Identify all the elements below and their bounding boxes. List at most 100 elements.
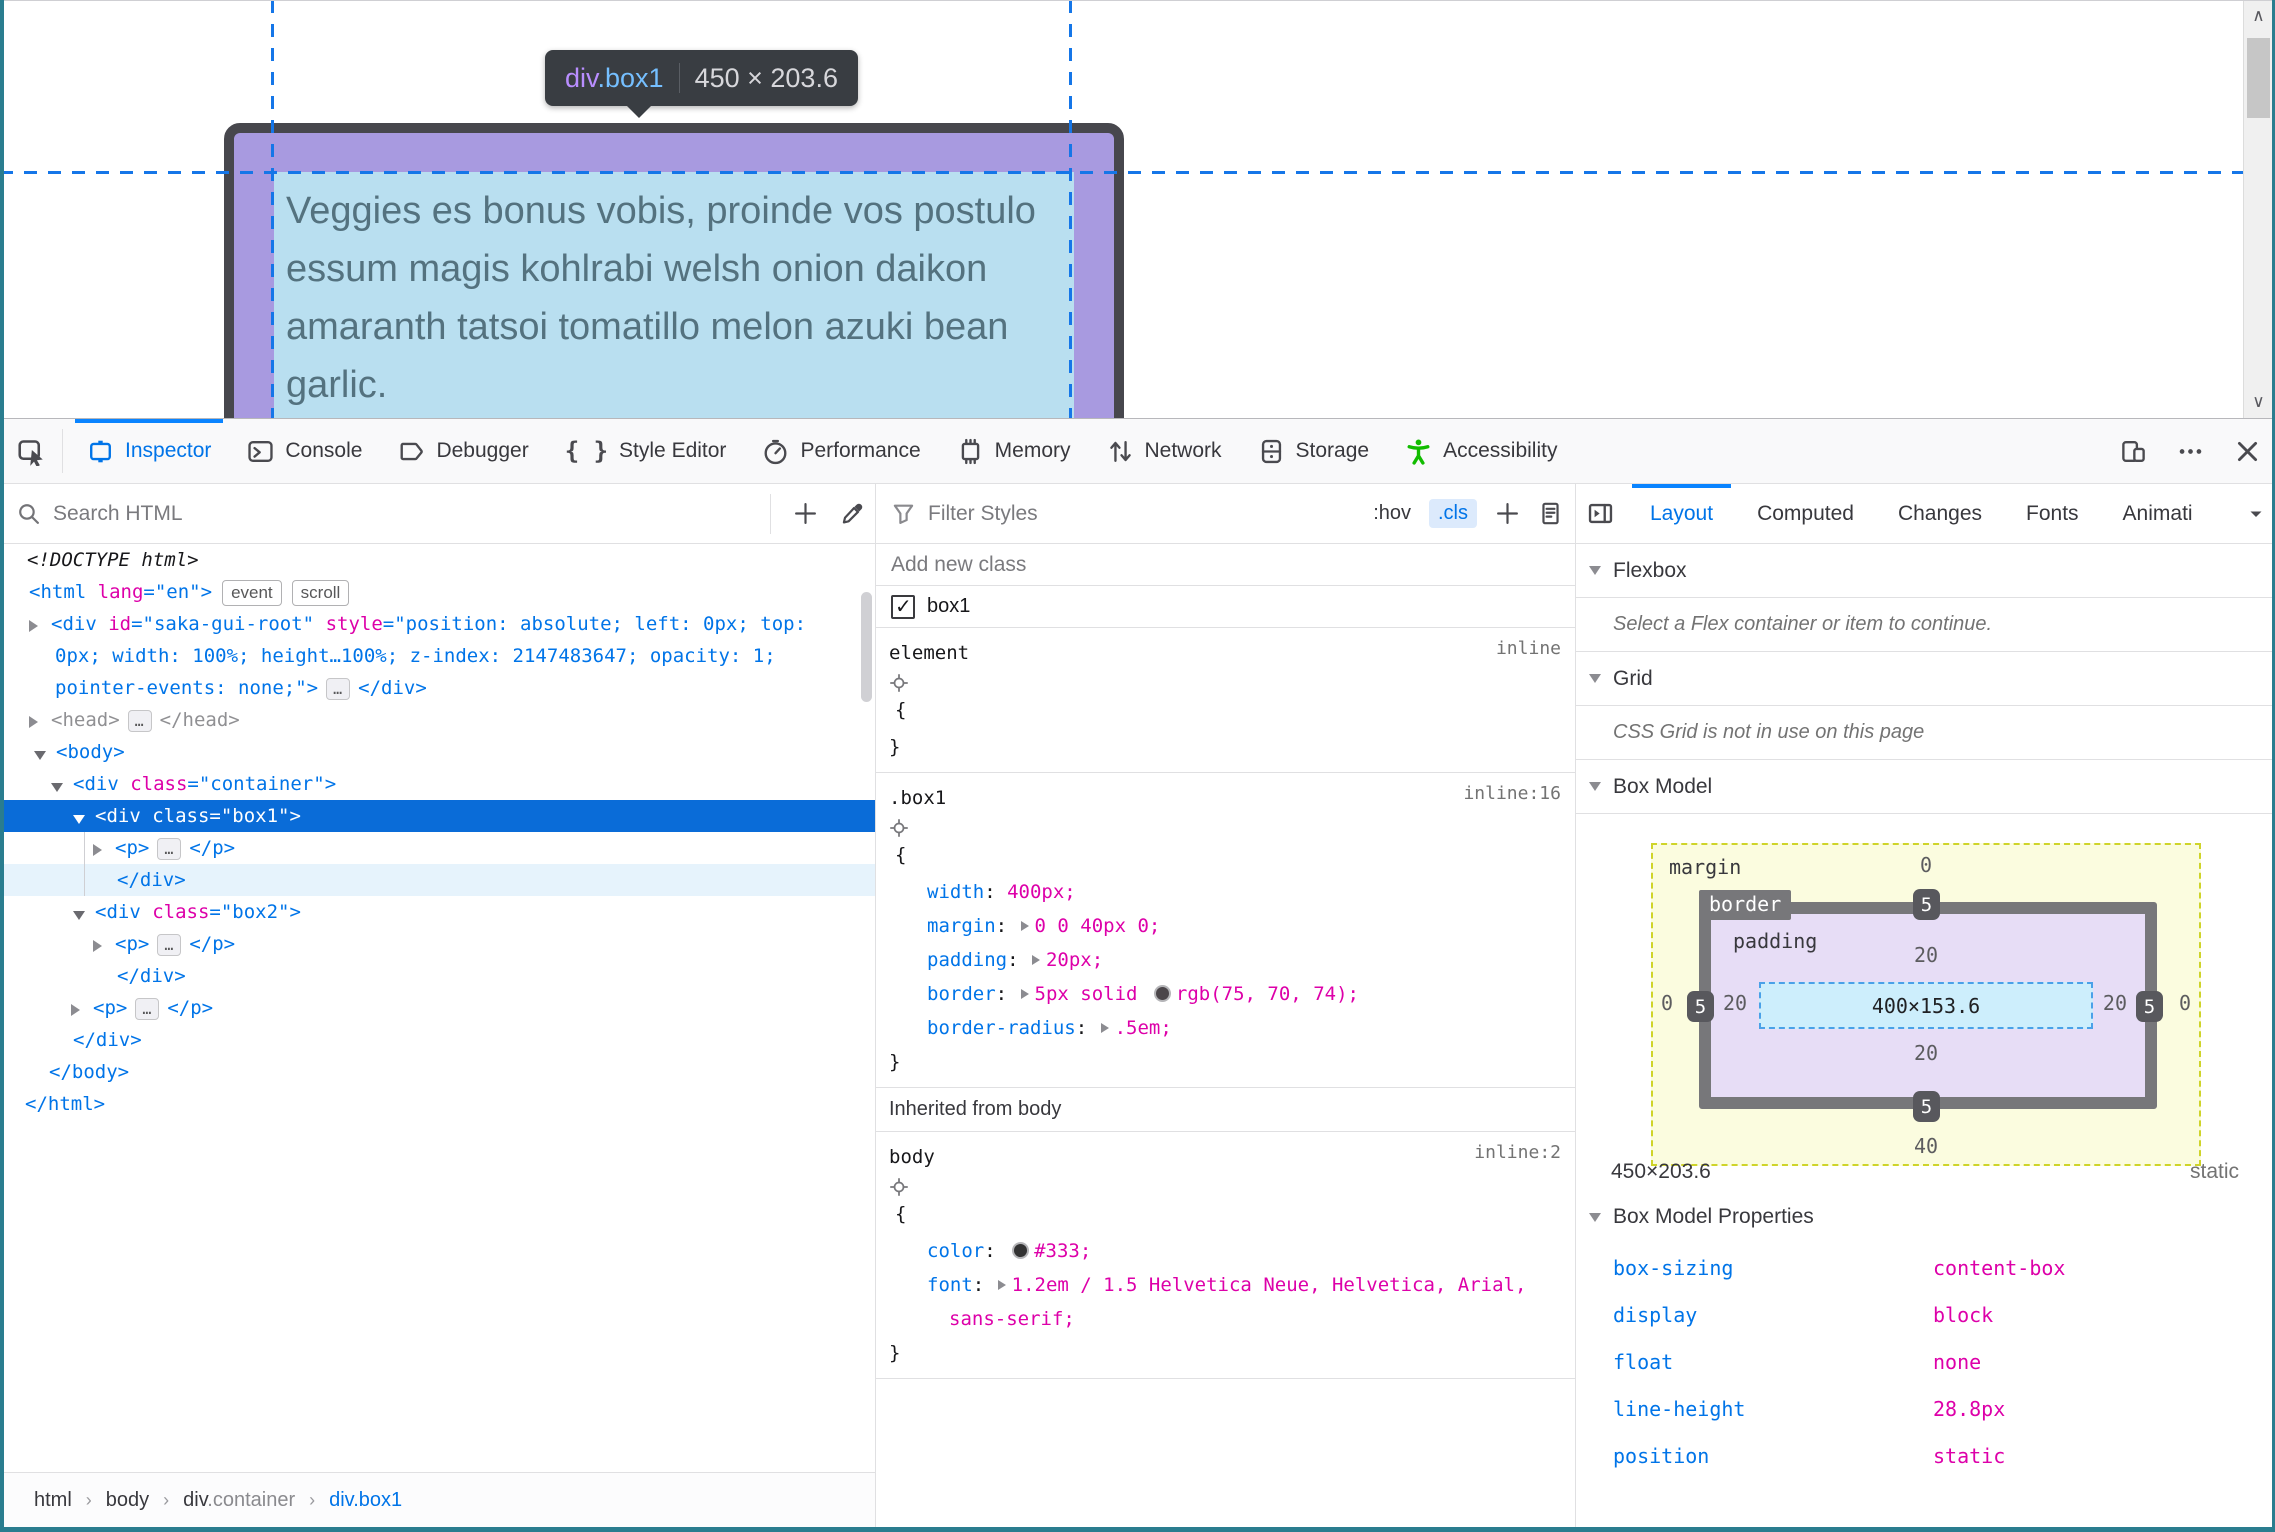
border-left-value[interactable]: 5: [1687, 991, 1714, 1022]
print-simulation-icon[interactable]: [1538, 501, 1563, 526]
node-picker-button[interactable]: [0, 419, 62, 483]
class-checkbox[interactable]: [891, 594, 915, 619]
scroll-down-icon[interactable]: ∨: [2244, 392, 2273, 412]
border-bottom-value[interactable]: 5: [1913, 1091, 1940, 1122]
page-scrollbar[interactable]: ∧ ∨: [2243, 0, 2272, 418]
tab-style-editor[interactable]: { } Style Editor: [547, 419, 745, 483]
markup-row[interactable]: <body>: [0, 736, 875, 768]
margin-left-value[interactable]: 0: [1661, 991, 1673, 1015]
all-tabs-chevron-icon[interactable]: [2245, 503, 2267, 525]
panel-divider[interactable]: [1575, 484, 1576, 1532]
expander-open-icon[interactable]: [51, 783, 63, 792]
markup-row[interactable]: <div class="box2">: [0, 896, 875, 928]
markup-row-selected[interactable]: <div class="box1">: [0, 800, 875, 832]
expander-open-icon[interactable]: [34, 751, 46, 760]
tab-network[interactable]: Network: [1089, 419, 1240, 483]
event-badge[interactable]: event: [222, 579, 282, 606]
box-model-section-header[interactable]: Box Model: [1575, 760, 2275, 814]
expander-closed-icon[interactable]: [29, 716, 38, 728]
rule-selector[interactable]: body{: [875, 1140, 1575, 1234]
sidebar-tab-animati[interactable]: Animati: [2101, 484, 2215, 543]
padding-right-value[interactable]: 20: [2103, 991, 2127, 1015]
markup-row[interactable]: </body>: [0, 1056, 875, 1088]
sidebar-tab-fonts[interactable]: Fonts: [2004, 484, 2101, 543]
color-swatch[interactable]: [1012, 1242, 1030, 1259]
expander-closed-icon[interactable]: [1031, 955, 1040, 965]
breadcrumb-item[interactable]: div.box1: [329, 1489, 402, 1512]
sidebar-tab-layout[interactable]: Layout: [1628, 484, 1735, 543]
tab-memory[interactable]: Memory: [939, 419, 1089, 483]
expander-closed-icon[interactable]: [1020, 989, 1029, 999]
tab-accessibility[interactable]: Accessibility: [1387, 419, 1575, 483]
search-input[interactable]: Search HTML: [53, 502, 183, 526]
css-declaration[interactable]: border: 5px solid rgb(75, 70, 74);: [875, 977, 1575, 1011]
tab-debugger[interactable]: Debugger: [380, 419, 546, 483]
border-top-value[interactable]: 5: [1913, 889, 1940, 920]
box-model-diagram[interactable]: margin 0 0 0 40 border 5 5 5 5 padding 2…: [1651, 843, 2201, 1166]
stylesheet-location-link[interactable]: inline:2: [1474, 1142, 1561, 1163]
add-rule-icon[interactable]: [1495, 501, 1520, 526]
css-declaration[interactable]: padding: 20px;: [875, 943, 1575, 977]
markup-row[interactable]: <div id="saka-gui-root" style="position:…: [0, 608, 875, 640]
expander-open-icon[interactable]: [73, 911, 85, 920]
expander-closed-icon[interactable]: [997, 1280, 1006, 1290]
tab-performance[interactable]: Performance: [744, 419, 938, 483]
page-scrollbar-thumb[interactable]: [2247, 38, 2270, 118]
markup-row[interactable]: <!DOCTYPE html>: [0, 544, 875, 576]
eyedropper-icon[interactable]: [840, 501, 865, 526]
border-right-value[interactable]: 5: [2136, 991, 2163, 1022]
markup-row[interactable]: <head> … </head>: [0, 704, 875, 736]
css-declaration[interactable]: font: 1.2em / 1.5 Helvetica Neue, Helvet…: [875, 1268, 1575, 1336]
expander-closed-icon[interactable]: [93, 940, 102, 952]
markup-row[interactable]: </div>: [0, 864, 875, 896]
ellipsis-chip[interactable]: …: [326, 677, 351, 700]
flexbox-section-header[interactable]: Flexbox: [1575, 544, 2275, 598]
margin-top-value[interactable]: 0: [1653, 853, 2199, 877]
breadcrumb-item[interactable]: div.container: [183, 1489, 295, 1512]
panel-divider[interactable]: [875, 484, 876, 1532]
stylesheet-location-link[interactable]: inline:16: [1463, 783, 1561, 804]
grid-section-header[interactable]: Grid: [1575, 652, 2275, 706]
ellipsis-chip[interactable]: …: [135, 997, 160, 1020]
event-badge[interactable]: scroll: [291, 579, 350, 606]
ellipsis-chip[interactable]: …: [157, 933, 182, 956]
add-node-icon[interactable]: [793, 501, 818, 526]
markup-row[interactable]: 0px; width: 100%; height…100%; z-index: …: [0, 640, 875, 672]
css-declaration[interactable]: color: #333;: [875, 1234, 1575, 1268]
markup-row[interactable]: </html>: [0, 1088, 875, 1120]
selector-highlighter-icon[interactable]: [889, 818, 1575, 838]
responsive-mode-icon[interactable]: [2120, 438, 2147, 465]
tab-storage[interactable]: Storage: [1240, 419, 1388, 483]
padding-top-value[interactable]: 20: [1653, 943, 2199, 967]
expander-closed-icon[interactable]: [93, 844, 102, 856]
expand-sidebar-icon[interactable]: [1587, 500, 1614, 527]
markup-row[interactable]: <p> … </p>: [0, 832, 875, 864]
color-swatch[interactable]: [1153, 985, 1171, 1002]
breadcrumb-item[interactable]: body: [106, 1489, 149, 1512]
margin-right-value[interactable]: 0: [2179, 991, 2191, 1015]
meatball-menu-icon[interactable]: [2177, 438, 2204, 465]
expander-closed-icon[interactable]: [71, 1004, 80, 1016]
expander-closed-icon[interactable]: [1020, 921, 1029, 931]
padding-left-value[interactable]: 20: [1723, 991, 1747, 1015]
rule-selector[interactable]: element{: [875, 636, 1575, 730]
css-declaration[interactable]: margin: 0 0 40px 0;: [875, 909, 1575, 943]
sidebar-tab-computed[interactable]: Computed: [1735, 484, 1876, 543]
expander-closed-icon[interactable]: [29, 620, 38, 632]
add-new-class-input[interactable]: Add new class: [875, 544, 1575, 586]
selector-highlighter-icon[interactable]: [889, 673, 1575, 693]
close-icon[interactable]: [2234, 438, 2261, 465]
toggle-pseudo-classes-button[interactable]: :hov: [1373, 502, 1411, 525]
scroll-up-icon[interactable]: ∧: [2244, 6, 2273, 26]
box-model-properties-header[interactable]: Box Model Properties: [1575, 1194, 2275, 1240]
css-declaration[interactable]: width: 400px;: [875, 875, 1575, 909]
expander-closed-icon[interactable]: [1100, 1023, 1109, 1033]
markup-row[interactable]: <p> … </p>: [0, 992, 875, 1024]
expander-open-icon[interactable]: [73, 815, 85, 824]
markup-row[interactable]: </div>: [0, 960, 875, 992]
selector-highlighter-icon[interactable]: [889, 1177, 1575, 1197]
markup-row[interactable]: pointer-events: none;"> … </div>: [0, 672, 875, 704]
markup-scrollbar-thumb[interactable]: [861, 592, 872, 702]
filter-styles-input[interactable]: Filter Styles: [928, 502, 1038, 526]
tab-console[interactable]: Console: [229, 419, 380, 483]
